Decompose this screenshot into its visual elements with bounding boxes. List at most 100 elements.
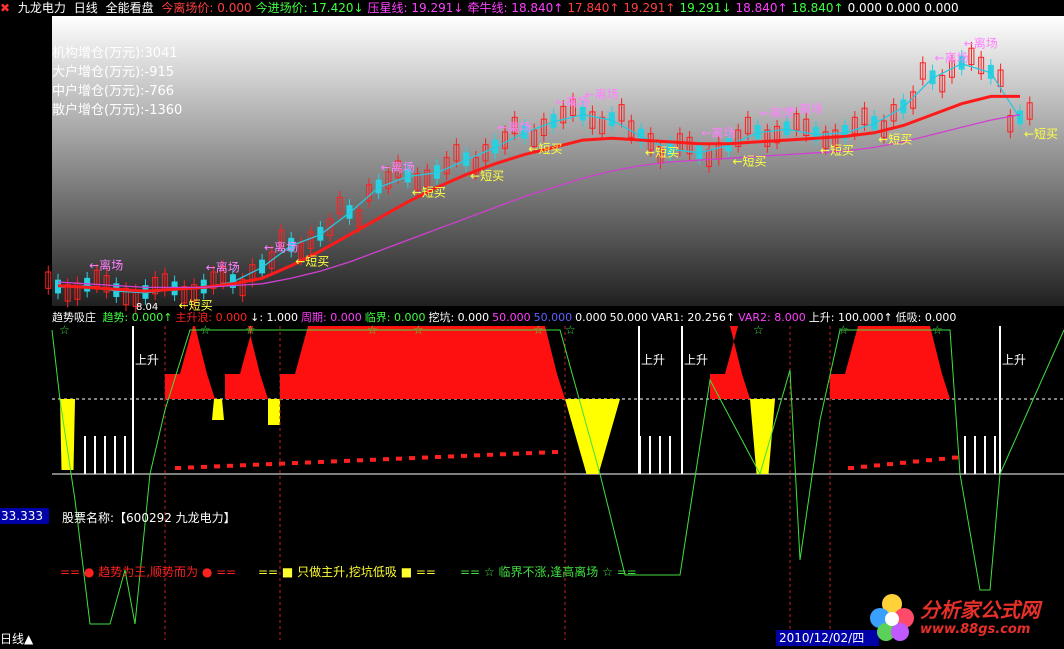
- period-label[interactable]: 日线: [74, 1, 98, 15]
- axis-value-label: 33.333: [0, 508, 49, 524]
- site-logo: 分析家公式网 www.88gs.com: [864, 588, 1064, 646]
- red-square-mark: [874, 463, 880, 468]
- red-square-mark: [435, 455, 441, 459]
- red-square-mark: [292, 461, 298, 466]
- leave-label: ←离场: [206, 259, 240, 274]
- buy-label: ←短买: [878, 133, 912, 147]
- red-square-mark: [318, 459, 324, 464]
- red-square-mark: [240, 463, 246, 468]
- red-square-mark: [305, 460, 311, 465]
- capital-flow-stats: 机构增仓(万元):3041 大户增仓(万元):-915 中户增仓(万元):-76…: [52, 44, 182, 120]
- stat-row-retail: 散户增仓(万元):-1360: [52, 103, 183, 118]
- leave-label: ←离场: [701, 125, 735, 140]
- leave-label: ←离场: [497, 119, 531, 134]
- indicator-name[interactable]: 全能看盘: [106, 1, 154, 15]
- red-square-mark: [396, 456, 402, 461]
- stat-row-institution: 机构增仓(万元):3041: [52, 46, 178, 61]
- red-square-mark: [448, 454, 454, 459]
- candle-body: [783, 121, 790, 136]
- up-signal-label: 上升: [135, 353, 159, 367]
- indicator-title[interactable]: 趋势吸庄: [52, 311, 96, 324]
- leave-label: ←离场: [935, 50, 969, 65]
- stock-title: 九龙电力: [17, 1, 66, 15]
- star-icon: ☆: [59, 323, 70, 337]
- star-icon: ☆: [753, 323, 764, 337]
- buy-label: ←短买: [412, 185, 446, 199]
- red-square-mark: [887, 462, 893, 467]
- red-square-mark: [266, 462, 272, 467]
- leave-label: ←离场: [89, 258, 123, 273]
- buy-label: ←短买: [820, 144, 854, 158]
- topbar-item-0: 今离场价: 0.000: [161, 1, 252, 15]
- indicator-item-0: 趋势: 0.000↑: [102, 311, 173, 324]
- red-square-mark: [253, 462, 259, 467]
- red-square-mark: [939, 456, 945, 461]
- buy-label: ←短买: [645, 145, 679, 159]
- red-square-mark: [474, 453, 480, 458]
- indicator-item-2: ↓: 1.000: [250, 311, 299, 324]
- indicator-value-bar: 趋势吸庄 趋势: 0.000↑ 主升浪: 0.000 ↓: 1.000 周期: 0.0…: [52, 311, 1064, 325]
- top-info-bar: ✖ 九龙电力 日线 全能看盘 今离场价: 0.000 今进场价: 17.420↓ 压…: [0, 0, 1064, 16]
- legend-critical: == ☆ 临界不涨,逢高离场 ☆ ==: [460, 565, 637, 579]
- candle-body: [754, 125, 761, 139]
- indicator-item-6: 50.000: [492, 311, 531, 324]
- red-square-mark: [539, 450, 545, 455]
- topbar-item-3: 牵牛线: 18.840↑: [467, 1, 564, 15]
- topbar-item-9: 0.000: [847, 1, 882, 15]
- red-square-mark: [201, 464, 207, 469]
- leave-label: ←离场: [789, 101, 823, 116]
- buy-label: ←短买: [528, 142, 562, 156]
- red-square-mark: [500, 452, 506, 457]
- red-square-mark: [175, 466, 181, 470]
- yellow-signal-zone: [268, 399, 280, 425]
- red-square-mark: [848, 466, 854, 470]
- stat-row-large: 大户增仓(万元):-915: [52, 65, 175, 80]
- indicator-item-3: 周期: 0.000: [301, 311, 362, 324]
- buy-label: ←短买: [295, 255, 329, 269]
- red-square-mark: [926, 458, 932, 463]
- red-square-mark: [331, 459, 337, 464]
- chart-stage: 上升 上升 上升 上升 ☆ ☆ ☆ ☆ ☆ ☆ ☆ ☆ ☆ ☆ ←离场 ←离场 ←离场 ←离场 ←离场 ←离场 ←离场…: [0, 0, 1064, 646]
- indicator-item-12: 上升: 100.000↑: [808, 311, 893, 324]
- up-signal-label: 上升: [684, 353, 708, 367]
- close-icon[interactable]: ✖: [0, 1, 10, 15]
- logo-url: www.88gs.com: [920, 622, 1031, 637]
- leave-label: ←离场: [964, 36, 998, 51]
- red-square-mark: [188, 465, 194, 470]
- stock-name-label: 股票名称:【600292 九龙电力】: [62, 511, 236, 525]
- red-square-mark: [913, 459, 919, 464]
- topbar-item-1: 今进场价: 17.420↓: [255, 1, 364, 15]
- yellow-signal-zone: [60, 399, 75, 470]
- footer-period[interactable]: 日线▲: [0, 630, 33, 647]
- up-signal-label: 上升: [641, 353, 665, 367]
- red-square-mark: [513, 451, 519, 456]
- flower-logo-icon: [870, 594, 914, 641]
- red-square-mark: [214, 464, 220, 469]
- star-icon: ☆: [565, 323, 576, 337]
- red-square-mark: [952, 455, 958, 460]
- indicator-item-10: VAR1: 20.256↑: [651, 311, 736, 324]
- leave-label: ←离场: [381, 159, 415, 174]
- indicator-values: 趋势: 0.000↑ 主升浪: 0.000 ↓: 1.000 周期: 0.000 临界:…: [103, 311, 960, 324]
- red-square-mark: [900, 460, 906, 465]
- topbar-item-5: 19.291↑: [623, 1, 676, 15]
- buy-label: ←短买: [470, 169, 504, 183]
- red-square-mark: [526, 451, 532, 456]
- red-square-mark: [861, 464, 867, 469]
- red-square-mark: [370, 457, 376, 462]
- red-square-mark: [461, 453, 467, 458]
- legend-main-rise: == ■ 只做主升,挖坑低吸 ■ ==: [258, 565, 436, 579]
- indicator-item-8: 0.000: [575, 311, 607, 324]
- buy-label: ←短买: [732, 155, 766, 169]
- topbar-item-10: 0.000: [885, 1, 921, 15]
- topbar-values: 今离场价: 0.000 今进场价: 17.420↓ 压星线: 19.291↓ 牵牛线:…: [161, 1, 962, 15]
- indicator-item-4: 临界: 0.000: [364, 311, 426, 324]
- indicator-item-13: 低吸: 0.000: [895, 311, 957, 324]
- topbar-item-4: 17.840↑: [567, 1, 620, 15]
- red-square-mark: [422, 455, 428, 460]
- topbar-item-2: 压星线: 19.291↓: [367, 1, 464, 15]
- red-square-mark: [409, 456, 415, 461]
- topbar-item-11: 0.000: [924, 1, 959, 15]
- leave-label: ←离场: [585, 87, 619, 102]
- indicator-item-7: 50.000: [533, 311, 573, 324]
